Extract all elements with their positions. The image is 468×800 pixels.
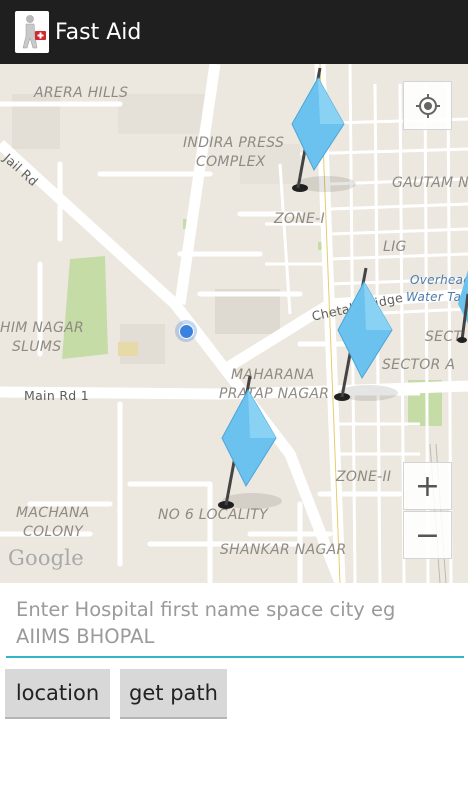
map-label-him-nagar-slums: SLUMS — [12, 339, 62, 355]
hospital-flag-marker[interactable] — [212, 374, 292, 516]
zoom-in-button[interactable]: + — [403, 462, 452, 510]
map-label-main-rd: Main Rd 1 — [24, 388, 90, 403]
map-view[interactable]: ARERA HILLS INDIRA PRESS COMPLEX GAUTAM … — [0, 64, 468, 583]
hospital-flag-marker[interactable] — [280, 64, 360, 198]
map-label-indira-press-complex: COMPLEX — [196, 154, 266, 170]
map-label-shankar-nagar: SHANKAR NAGAR — [220, 542, 347, 558]
map-label-machana: MACHANA — [16, 505, 90, 521]
map-label-him-nagar: HIM NAGAR — [0, 320, 85, 336]
zoom-out-icon: − — [414, 517, 441, 553]
zoom-out-button[interactable]: − — [403, 511, 452, 559]
google-logo: Google — [8, 546, 84, 570]
map-label-zone-2: ZONE-II — [336, 469, 392, 485]
map-label-gautam-nagar: GAUTAM NA — [392, 175, 468, 191]
hospital-flag-marker[interactable] — [452, 264, 468, 348]
map-label-zone-1: ZONE-I — [274, 211, 325, 227]
map-label-lig: LIG — [383, 239, 407, 255]
map-label-indira-press: INDIRA PRESS — [183, 135, 285, 151]
hospital-search-input[interactable] — [6, 592, 464, 658]
first-aid-person-icon[interactable] — [15, 11, 49, 53]
crosshair-icon — [415, 93, 440, 118]
get-path-button[interactable]: get path — [120, 669, 227, 719]
hospital-flag-marker[interactable] — [328, 266, 408, 408]
action-bar: Fast Aid — [0, 0, 468, 64]
app-title: Fast Aid — [55, 19, 142, 45]
map-label-machana-colony: COLONY — [23, 524, 84, 540]
my-location-button[interactable] — [403, 81, 452, 130]
location-button[interactable]: location — [5, 669, 110, 719]
map-label-arera-hills: ARERA HILLS — [34, 85, 129, 101]
current-location-dot — [175, 320, 197, 342]
zoom-in-icon: + — [414, 468, 441, 504]
